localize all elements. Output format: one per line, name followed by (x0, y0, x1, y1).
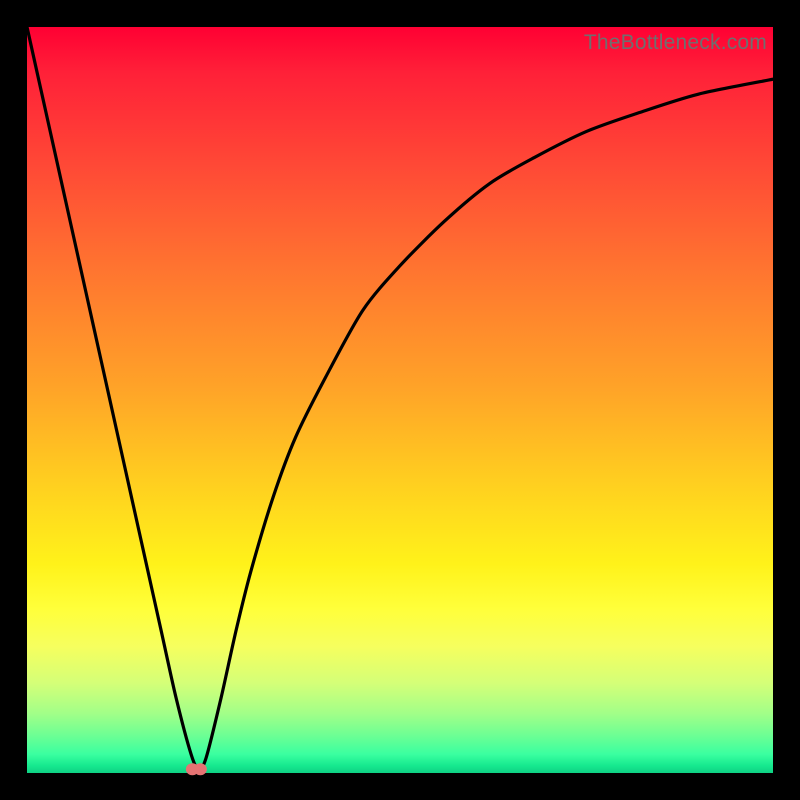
optimum-marker-icon (194, 763, 207, 775)
chart-frame: TheBottleneck.com (27, 27, 773, 773)
watermark-text: TheBottleneck.com (584, 31, 767, 55)
bottleneck-curve-line (27, 27, 773, 769)
chart-svg (27, 27, 773, 773)
